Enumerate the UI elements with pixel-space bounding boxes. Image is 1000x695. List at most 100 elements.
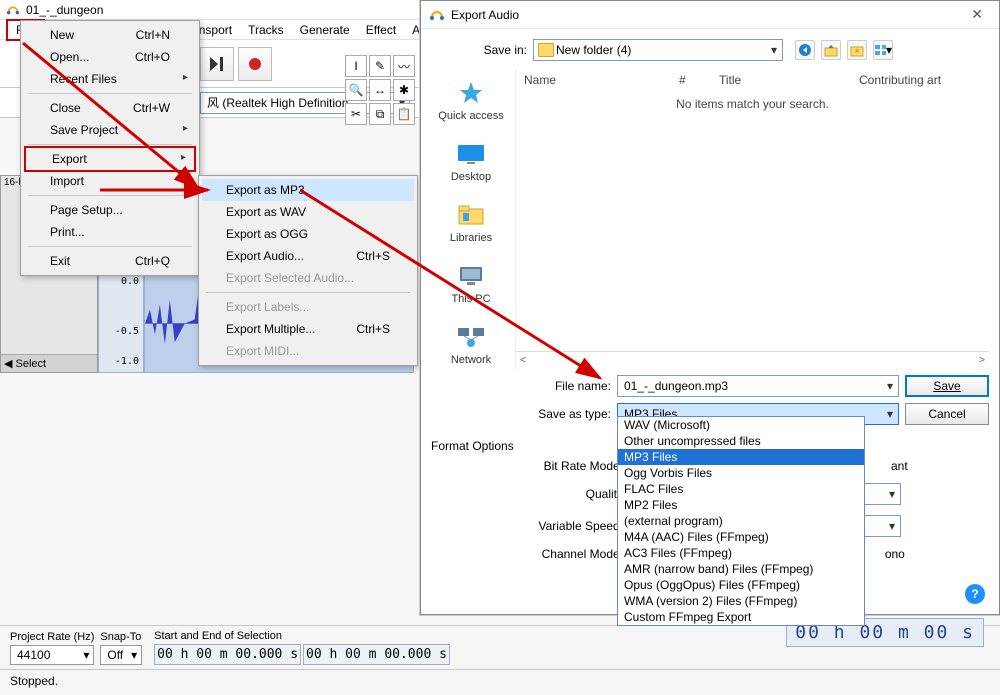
window-title: 01_-_dungeon bbox=[26, 3, 103, 17]
submenu-export-midi: Export MIDI... bbox=[202, 340, 414, 362]
file-name-input[interactable]: 01_-_dungeon.mp3 bbox=[617, 375, 899, 397]
submenu-export-wav[interactable]: Export as WAV bbox=[202, 201, 414, 223]
copy-icon[interactable]: ⧉ bbox=[369, 103, 391, 125]
menu-effect[interactable]: Effect bbox=[358, 21, 404, 39]
empty-message: No items match your search. bbox=[516, 97, 989, 111]
multi-tool-icon[interactable]: ✱ bbox=[393, 79, 415, 101]
record-button[interactable] bbox=[238, 47, 272, 81]
horizontal-scrollbar[interactable]: <> bbox=[516, 351, 989, 369]
type-opt-m4a[interactable]: M4A (AAC) Files (FFmpeg) bbox=[618, 529, 864, 545]
submenu-export-ogg[interactable]: Export as OGG bbox=[202, 223, 414, 245]
save-as-type-label: Save as type: bbox=[521, 407, 611, 421]
col-num[interactable]: # bbox=[671, 73, 711, 87]
menu-item-save-project[interactable]: Save Project bbox=[24, 119, 196, 141]
type-opt-flac[interactable]: FLAC Files bbox=[618, 481, 864, 497]
menu-item-page-setup[interactable]: Page Setup... bbox=[24, 199, 196, 221]
menu-separator bbox=[206, 292, 410, 293]
track-select-button[interactable]: ◀ Select bbox=[1, 354, 97, 372]
type-opt-amr[interactable]: AMR (narrow band) Files (FFmpeg) bbox=[618, 561, 864, 577]
selection-start-time[interactable]: 00 h 00 m 00.000 s bbox=[154, 644, 301, 665]
status-bar: Stopped. bbox=[0, 669, 1000, 692]
submenu-export-mp3[interactable]: Export as MP3 bbox=[202, 179, 414, 201]
submenu-export-selected: Export Selected Audio... bbox=[202, 267, 414, 289]
menu-item-recent-files[interactable]: Recent Files bbox=[24, 68, 196, 90]
cancel-button[interactable]: Cancel bbox=[905, 403, 989, 425]
place-quick-access[interactable]: Quick access bbox=[438, 79, 503, 122]
skip-end-button[interactable] bbox=[200, 47, 234, 81]
menu-item-import[interactable]: Import bbox=[24, 170, 196, 192]
submenu-export-audio[interactable]: Export Audio...Ctrl+S bbox=[202, 245, 414, 267]
time-shift-tool-icon[interactable]: ↔ bbox=[369, 79, 391, 101]
close-button[interactable]: ✕ bbox=[963, 6, 991, 23]
export-submenu: Export as MP3 Export as WAV Export as OG… bbox=[198, 175, 418, 366]
selection-tool-icon[interactable]: I bbox=[345, 55, 367, 77]
col-title[interactable]: Title bbox=[711, 73, 851, 87]
file-name-label: File name: bbox=[521, 379, 611, 393]
dialog-title: Export Audio bbox=[451, 8, 519, 22]
places-bar: Quick access Desktop Libraries This PC N… bbox=[431, 69, 511, 369]
submenu-export-labels: Export Labels... bbox=[202, 296, 414, 318]
type-opt-wma[interactable]: WMA (version 2) Files (FFmpeg) bbox=[618, 593, 864, 609]
dialog-title-bar[interactable]: Export Audio ✕ bbox=[421, 1, 999, 29]
zoom-tool-icon[interactable]: 🔍 bbox=[345, 79, 367, 101]
selection-end-time[interactable]: 00 h 00 m 00.000 s bbox=[303, 644, 450, 665]
save-button[interactable]: Save bbox=[905, 375, 989, 397]
type-opt-custom[interactable]: Custom FFmpeg Export bbox=[618, 609, 864, 625]
svg-text:✶: ✶ bbox=[853, 46, 861, 56]
menu-item-close[interactable]: CloseCtrl+W bbox=[24, 97, 196, 119]
help-icon[interactable]: ? bbox=[965, 584, 985, 604]
menu-item-new[interactable]: NewCtrl+N bbox=[24, 24, 196, 46]
draw-tool-icon[interactable]: 〰 bbox=[393, 55, 415, 77]
type-opt-opus[interactable]: Opus (OggOpus) Files (FFmpeg) bbox=[618, 577, 864, 593]
submenu-export-multiple[interactable]: Export Multiple...Ctrl+S bbox=[202, 318, 414, 340]
col-contrib[interactable]: Contributing art bbox=[851, 73, 949, 87]
type-opt-mp2[interactable]: MP2 Files bbox=[618, 497, 864, 513]
tool-palette: I ✎ 〰 🔍 ↔ ✱ ✂ ⧉ 📋 bbox=[345, 55, 415, 125]
menu-separator bbox=[28, 195, 192, 196]
channel-mode-label: Channel Mode: bbox=[521, 547, 631, 561]
menu-item-export[interactable]: Export bbox=[24, 146, 196, 172]
snap-to-dropdown[interactable]: Off bbox=[100, 645, 142, 665]
snap-to-label: Snap-To bbox=[100, 631, 142, 643]
recording-device-value: 风 (Realtek High Definition bbox=[207, 94, 348, 111]
file-menu-dropdown: NewCtrl+N Open...Ctrl+O Recent Files Clo… bbox=[20, 20, 200, 276]
new-folder-icon[interactable]: ✶ bbox=[847, 40, 867, 60]
envelope-tool-icon[interactable]: ✎ bbox=[369, 55, 391, 77]
save-as-type-option-list: WAV (Microsoft) Other uncompressed files… bbox=[617, 416, 865, 626]
cut-icon[interactable]: ✂ bbox=[345, 103, 367, 125]
type-opt-ac3[interactable]: AC3 Files (FFmpeg) bbox=[618, 545, 864, 561]
save-in-dropdown[interactable]: New folder (4) bbox=[533, 39, 783, 61]
type-opt-wav[interactable]: WAV (Microsoft) bbox=[618, 417, 864, 433]
file-listing[interactable]: Name # Title Contributing art No items m… bbox=[515, 69, 989, 369]
menu-separator bbox=[28, 144, 192, 145]
list-header[interactable]: Name # Title Contributing art bbox=[516, 69, 989, 91]
place-network[interactable]: Network bbox=[451, 323, 491, 366]
type-opt-ext[interactable]: (external program) bbox=[618, 513, 864, 529]
quality-label: Quality bbox=[521, 487, 631, 501]
menu-separator bbox=[28, 93, 192, 94]
project-rate-dropdown[interactable]: 44100 bbox=[10, 645, 94, 665]
save-in-label: Save in: bbox=[471, 43, 527, 57]
place-desktop[interactable]: Desktop bbox=[451, 140, 491, 183]
menu-item-print[interactable]: Print... bbox=[24, 221, 196, 243]
place-libraries[interactable]: Libraries bbox=[450, 201, 492, 244]
menu-item-open[interactable]: Open...Ctrl+O bbox=[24, 46, 196, 68]
up-one-level-icon[interactable] bbox=[821, 40, 841, 60]
type-opt-other[interactable]: Other uncompressed files bbox=[618, 433, 864, 449]
bitrate-mode-label: Bit Rate Mode: bbox=[521, 459, 631, 473]
back-icon[interactable] bbox=[795, 40, 815, 60]
app-icon bbox=[6, 3, 20, 17]
place-this-pc[interactable]: This PC bbox=[451, 262, 490, 305]
project-rate-label: Project Rate (Hz) bbox=[10, 631, 94, 643]
type-opt-ogg[interactable]: Ogg Vorbis Files bbox=[618, 465, 864, 481]
save-in-value: New folder (4) bbox=[556, 43, 631, 57]
view-menu-icon[interactable]: ▾ bbox=[873, 40, 893, 60]
menu-item-exit[interactable]: ExitCtrl+Q bbox=[24, 250, 196, 272]
paste-icon[interactable]: 📋 bbox=[393, 103, 415, 125]
menu-generate[interactable]: Generate bbox=[292, 21, 358, 39]
menu-separator bbox=[28, 246, 192, 247]
selection-label: Start and End of Selection bbox=[154, 630, 450, 642]
col-name[interactable]: Name bbox=[516, 73, 671, 87]
menu-tracks[interactable]: Tracks bbox=[240, 21, 292, 39]
type-opt-mp3[interactable]: MP3 Files bbox=[618, 449, 864, 465]
